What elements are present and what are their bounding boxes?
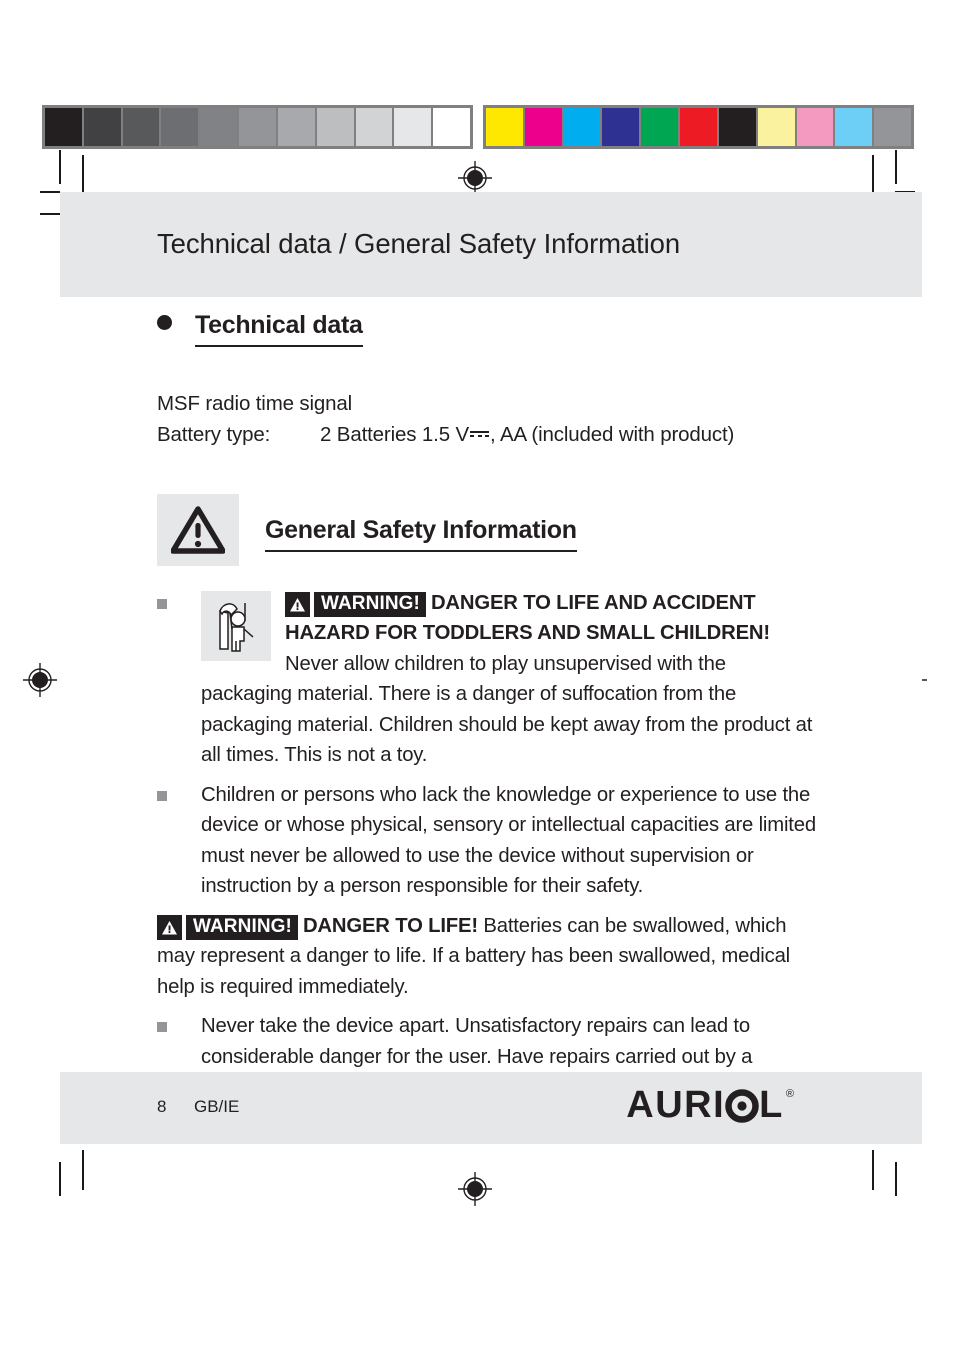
technical-data-line-battery: Battery type: 2 Batteries 1.5 V , AA (inc… — [157, 419, 817, 450]
page-footer-band: 8 GB/IE AURI L ® — [60, 1072, 922, 1144]
color-patch-10 — [874, 108, 911, 146]
grayscale-patch-8 — [355, 108, 393, 146]
technical-data-heading-label: Technical data — [195, 311, 363, 347]
warning-triangle-icon — [285, 592, 310, 617]
filled-circle-icon — [157, 315, 172, 330]
color-patch-7 — [757, 108, 795, 146]
battery-type-label: Battery type: — [157, 422, 271, 446]
toddlers-warning-body: WARNING! DANGER TO LIFE AND ACCIDENT HAZ… — [201, 588, 817, 771]
color-patch-0 — [486, 108, 523, 146]
toddlers-warning-text: Never allow children to play unsupervise… — [201, 652, 813, 767]
warning-label: WARNING! — [314, 592, 426, 617]
signal-type-value: MSF radio time signal — [157, 391, 353, 415]
square-bullet-icon — [157, 790, 167, 801]
dc-voltage-icon — [470, 430, 490, 442]
color-patch-4 — [641, 108, 679, 146]
square-bullet-icon — [157, 598, 167, 609]
crop-mark-bottom-left-vertical — [59, 1162, 61, 1196]
color-patch-1 — [524, 108, 562, 146]
grayscale-patch-2 — [122, 108, 160, 146]
grayscale-patch-6 — [277, 108, 315, 146]
square-bullet-icon — [157, 1022, 167, 1032]
technical-data-body: MSF radio time signal Battery type: 2 Ba… — [157, 388, 817, 450]
grayscale-patch-3 — [161, 108, 199, 146]
page-title: Technical data / General Safety Informat… — [157, 228, 681, 259]
registration-mark-left — [23, 663, 57, 697]
crop-mark-bottom-left-inner — [82, 1150, 84, 1190]
list-item: WARNING! DANGER TO LIFE! Batteries can b… — [157, 911, 817, 1003]
manual-page: Technical data / General Safety Informat… — [60, 192, 922, 1144]
crop-mark-top-right-vertical — [895, 150, 897, 184]
grayscale-patch-0 — [45, 108, 82, 146]
list-item: WARNING! DANGER TO LIFE AND ACCIDENT HAZ… — [157, 588, 817, 771]
color-patch-5 — [680, 108, 717, 146]
warning-badge: WARNING! — [285, 592, 426, 617]
crop-mark-bottom-right-inner — [872, 1150, 874, 1190]
warning-triangle-icon — [157, 915, 182, 940]
grayscale-patch-10 — [433, 108, 470, 146]
color-patch-8 — [796, 108, 834, 146]
child-packaging-hazard-icon — [201, 590, 271, 661]
registration-mark-top — [458, 161, 492, 195]
safety-heading-label: General Safety Information — [265, 516, 577, 552]
crop-mark-top-left-vertical — [59, 150, 61, 184]
grayscale-patch-4 — [200, 108, 238, 146]
color-patch-9 — [835, 108, 873, 146]
grayscale-control-strip — [42, 105, 473, 149]
page-number: 8 — [157, 1097, 167, 1116]
warning-badge: WARNING! — [157, 915, 298, 940]
auriol-wordmark: AURI L — [626, 1086, 784, 1124]
crop-mark-left-top-horizontal — [40, 191, 60, 193]
warning-triangle-icon-badge — [157, 493, 239, 566]
color-patch-6 — [718, 108, 756, 146]
auriol-target-o-icon — [725, 1089, 759, 1123]
safety-heading: General Safety Information — [157, 493, 817, 566]
technical-data-line-signal: MSF radio time signal — [157, 388, 817, 419]
battery-value-before: 2 Batteries 1.5 V — [320, 422, 470, 446]
list-item: Children or persons who lack the knowled… — [157, 780, 817, 902]
crop-mark-top-left-inner — [82, 155, 84, 195]
grayscale-patch-9 — [394, 108, 432, 146]
crop-mark-bottom-right-vertical — [895, 1162, 897, 1196]
registration-mark-bottom — [458, 1172, 492, 1206]
grayscale-patch-5 — [239, 108, 276, 146]
battery-swallow-warning-body: WARNING! DANGER TO LIFE! Batteries can b… — [157, 911, 817, 1003]
warning-triangle-icon — [171, 505, 225, 554]
auriol-wordmark-part2: L — [759, 1084, 784, 1126]
color-patch-2 — [563, 108, 601, 146]
auriol-wordmark-part1: AURI — [626, 1084, 726, 1126]
warning-label: WARNING! — [186, 915, 298, 940]
color-patch-3 — [602, 108, 640, 146]
technical-data-heading: Technical data — [157, 311, 817, 347]
color-control-strip — [483, 105, 914, 149]
supervision-requirement-text: Children or persons who lack the knowled… — [201, 783, 816, 898]
grayscale-patch-1 — [83, 108, 121, 146]
battery-type-value: 2 Batteries 1.5 V , AA (included with pro… — [320, 419, 734, 450]
safety-items-list: WARNING! DANGER TO LIFE AND ACCIDENT HAZ… — [157, 588, 817, 1103]
locale-label: GB/IE — [194, 1097, 240, 1116]
page-content: Technical data MSF radio time signal Bat… — [157, 297, 817, 1103]
battery-warning-bold: DANGER TO LIFE! — [302, 914, 478, 937]
auriol-logo: AURI L ® — [626, 1086, 794, 1124]
crop-mark-top-right-inner — [872, 155, 874, 195]
grayscale-patch-7 — [316, 108, 354, 146]
registered-trademark-symbol: ® — [785, 1088, 794, 1100]
battery-value-after: , AA (included with product) — [490, 422, 735, 446]
